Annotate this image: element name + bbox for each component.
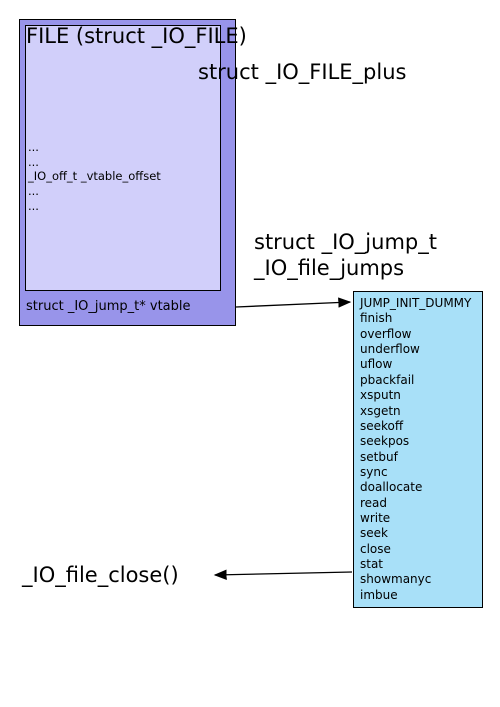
vtable-field-label: struct _IO_jump_t* vtable	[26, 299, 191, 314]
jump-entry: finish	[360, 311, 476, 326]
jump-entry: overflow	[360, 327, 476, 342]
jump-entry: underflow	[360, 342, 476, 357]
jump-entry: JUMP_INIT_DUMMY	[360, 296, 476, 311]
jump-entry: seekoff	[360, 419, 476, 434]
file-field: _IO_off_t _vtable_offset	[28, 169, 161, 184]
jump-entry: pbackfail	[360, 373, 476, 388]
file-struct-fields: ... ... _IO_off_t _vtable_offset ... ...	[28, 140, 161, 214]
jump-entry: close	[360, 542, 476, 557]
jump-entry: sync	[360, 465, 476, 480]
file-field: ...	[28, 199, 161, 214]
close-fn-label: _IO_file_close()	[22, 563, 179, 587]
jump-table-box: JUMP_INIT_DUMMY finish overflow underflo…	[353, 291, 483, 608]
file-field: ...	[28, 184, 161, 199]
file-field: ...	[28, 155, 161, 170]
arrow-close-to-fn	[215, 572, 352, 575]
jump-entry: showmanyc	[360, 572, 476, 587]
jump-entry: xsgetn	[360, 404, 476, 419]
jump-entry: seekpos	[360, 434, 476, 449]
arrow-vtable-to-jumptable	[236, 302, 350, 307]
jump-entry: read	[360, 496, 476, 511]
jump-instance-label: _IO_file_jumps	[254, 256, 404, 280]
jump-entry: uflow	[360, 357, 476, 372]
jump-entry: imbue	[360, 588, 476, 603]
jump-entry: doallocate	[360, 480, 476, 495]
file-plus-title: struct _IO_FILE_plus	[198, 60, 406, 84]
jump-entry: stat	[360, 557, 476, 572]
jump-entry: setbuf	[360, 450, 476, 465]
jump-entry: seek	[360, 526, 476, 541]
jump-entry: write	[360, 511, 476, 526]
jump-entry: xsputn	[360, 388, 476, 403]
file-struct-title: FILE (struct _IO_FILE)	[26, 24, 247, 48]
jump-type-label: struct _IO_jump_t	[254, 230, 437, 254]
file-field: ...	[28, 140, 161, 155]
